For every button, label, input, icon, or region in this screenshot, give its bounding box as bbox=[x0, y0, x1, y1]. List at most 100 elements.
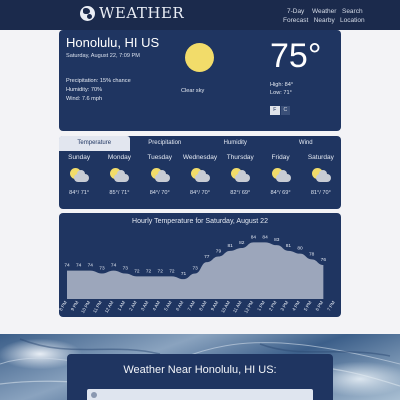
x-tick-label: 9 AM bbox=[210, 300, 220, 312]
day-name: Monday bbox=[107, 154, 131, 161]
tab-precipitation[interactable]: Precipitation bbox=[130, 136, 201, 151]
data-label: 73 bbox=[193, 266, 199, 272]
current-city: Honolulu, HI US bbox=[66, 35, 160, 50]
nav-7-day-forecast[interactable]: 7-Day Forecast bbox=[283, 7, 308, 25]
partly-cloudy-icon bbox=[190, 168, 210, 184]
humidity-text: Humidity: 70% bbox=[66, 87, 103, 93]
data-label: 74 bbox=[88, 263, 94, 269]
x-tick-label: 5 AM bbox=[163, 300, 173, 312]
precipitation-text: Precipitation: 15% chance bbox=[66, 78, 131, 84]
day-temps: 84°/ 70° bbox=[149, 190, 170, 196]
x-tick-label: 3 AM bbox=[140, 300, 150, 312]
x-tick-label: 5 PM bbox=[303, 300, 313, 312]
data-label: 72 bbox=[169, 268, 175, 274]
weather-description: Clear sky bbox=[181, 88, 205, 94]
partly-cloudy-icon bbox=[230, 168, 251, 184]
x-tick-label: 8 AM bbox=[198, 300, 208, 312]
forecast-day[interactable]: Thursday 82°/ 69° bbox=[220, 154, 260, 196]
data-label: 81 bbox=[286, 243, 292, 249]
nav-weather-nearby[interactable]: Weather Nearby bbox=[312, 7, 336, 25]
current-details: Precipitation: 15% chance Humidity: 70% … bbox=[66, 77, 131, 104]
nearby-map[interactable] bbox=[87, 389, 313, 400]
unit-toggle: F C bbox=[270, 106, 290, 115]
day-name: Tuesday bbox=[147, 154, 173, 161]
x-tick-label: 1 AM bbox=[117, 300, 127, 312]
day-temps: 81°/ 70° bbox=[310, 190, 331, 196]
unit-celsius-button[interactable]: C bbox=[280, 106, 290, 115]
data-label: 83 bbox=[274, 237, 280, 243]
x-tick-label: 2 PM bbox=[268, 300, 278, 312]
x-tick-label: 12 PM bbox=[243, 300, 254, 314]
x-tick-label: 11 PM bbox=[92, 300, 103, 314]
current-temperature: 75° bbox=[270, 37, 322, 75]
data-label: 74 bbox=[76, 263, 82, 269]
data-label: 79 bbox=[216, 249, 222, 255]
data-label: 77 bbox=[204, 254, 210, 260]
partly-cloudy-icon bbox=[150, 168, 170, 184]
x-tick-label: 8 PM bbox=[59, 300, 68, 312]
current-weather-card: Honolulu, HI US Saturday, August 22, 7:0… bbox=[59, 30, 341, 131]
current-date: Saturday, August 22, 7:09 PM bbox=[66, 53, 140, 59]
data-label: 81 bbox=[227, 243, 233, 249]
data-label: 73 bbox=[99, 266, 105, 272]
high-temp: High: 84° bbox=[270, 82, 294, 88]
data-label: 72 bbox=[146, 268, 152, 274]
brand-logo[interactable]: WEATHER bbox=[80, 6, 184, 21]
forecast-days: Sunday 84°/ 71° Monday 85°/ 71° Tuesday … bbox=[59, 154, 341, 196]
nearby-title: Weather Near Honolulu, HI US: bbox=[123, 364, 277, 376]
forecast-day[interactable]: Wednesday 84°/ 70° bbox=[180, 154, 220, 196]
tab-temperature[interactable]: Temperature bbox=[59, 136, 130, 151]
forecast-day[interactable]: Tuesday 84°/ 70° bbox=[140, 154, 180, 196]
high-low: High: 84° Low: 71° bbox=[270, 81, 293, 97]
day-name: Friday bbox=[271, 154, 290, 161]
day-name: Thursday bbox=[226, 154, 254, 161]
chart-title: Hourly Temperature for Saturday, August … bbox=[132, 218, 268, 225]
partly-cloudy-icon bbox=[109, 168, 130, 184]
x-tick-label: 4 PM bbox=[291, 300, 301, 312]
forecast-day[interactable]: Saturday 81°/ 70° bbox=[301, 154, 341, 196]
data-label: 73 bbox=[123, 266, 129, 272]
x-tick-label: 4 AM bbox=[152, 300, 162, 312]
day-temps: 84°/ 71° bbox=[69, 190, 90, 196]
data-label: 84 bbox=[251, 234, 257, 240]
tab-humidity[interactable]: Humidity bbox=[200, 136, 271, 151]
x-tick-label: 7 PM bbox=[326, 300, 336, 312]
hourly-temperature-chart: 74 74 74 73 74 73 72 72 72 72 71 73 77 79 81 82 84 84 83 81… bbox=[59, 234, 336, 314]
nav-search-location[interactable]: Search Location bbox=[340, 7, 365, 25]
x-tick-label: 3 PM bbox=[280, 300, 290, 312]
x-tick-label: 9 PM bbox=[70, 300, 80, 312]
unit-fahrenheit-button[interactable]: F bbox=[270, 106, 280, 115]
forecast-card: Temperature Precipitation Humidity Wind … bbox=[59, 136, 341, 209]
forecast-day[interactable]: Friday 84°/ 69° bbox=[260, 154, 300, 196]
partly-cloudy-icon bbox=[271, 168, 291, 184]
weather-nearby-card: Weather Near Honolulu, HI US: bbox=[67, 354, 333, 400]
day-name: Wednesday bbox=[182, 154, 218, 161]
data-label: 74 bbox=[111, 263, 117, 269]
day-temps: 84°/ 69° bbox=[270, 190, 291, 196]
day-name: Sunday bbox=[68, 154, 91, 161]
x-tick-label: 10 PM bbox=[80, 300, 91, 314]
forecast-tabs: Temperature Precipitation Humidity Wind bbox=[59, 136, 341, 151]
x-tick-label: 6 PM bbox=[315, 300, 325, 312]
x-tick-label: 2 AM bbox=[128, 300, 138, 312]
partly-cloudy-icon bbox=[311, 168, 331, 184]
data-label: 82 bbox=[239, 240, 245, 246]
data-label: 76 bbox=[321, 257, 327, 263]
wind-text: Wind: 7.6 mph bbox=[66, 96, 103, 102]
sun-icon bbox=[185, 43, 214, 72]
forecast-day[interactable]: Sunday 84°/ 71° bbox=[59, 154, 99, 196]
data-label: 78 bbox=[309, 251, 315, 257]
data-label: 74 bbox=[64, 263, 70, 269]
low-temp: Low: 71° bbox=[270, 90, 292, 96]
map-pin-icon bbox=[91, 392, 97, 398]
globe-icon bbox=[80, 6, 95, 21]
x-tick-label: 10 AM bbox=[220, 300, 231, 314]
x-tick-label: 6 AM bbox=[175, 300, 185, 312]
brand-name: WEATHER bbox=[99, 4, 185, 22]
forecast-day[interactable]: Monday 85°/ 71° bbox=[99, 154, 139, 196]
x-tick-label: 12 AM bbox=[104, 300, 115, 314]
day-temps: 85°/ 71° bbox=[109, 190, 130, 196]
day-temps: 82°/ 69° bbox=[230, 190, 251, 196]
tab-wind[interactable]: Wind bbox=[271, 136, 342, 151]
day-name: Saturday bbox=[307, 154, 334, 161]
